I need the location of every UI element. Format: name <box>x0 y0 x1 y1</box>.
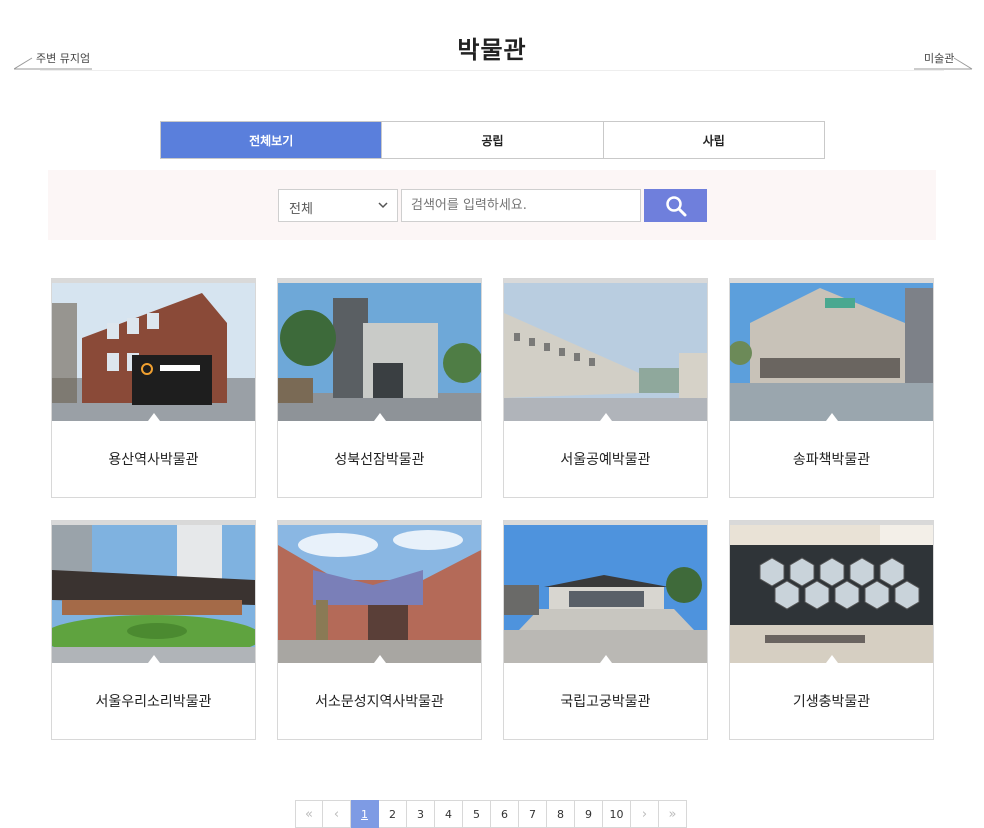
category-select[interactable]: 전체 <box>278 189 398 222</box>
museum-card[interactable]: 서소문성지역사박물관 <box>277 520 482 740</box>
museum-name: 서울공예박물관 <box>560 452 651 468</box>
museum-photo <box>278 521 481 663</box>
museum-photo <box>504 279 707 421</box>
art-museum-label: 미술관 <box>924 52 955 65</box>
museum-card[interactable]: 용산역사박물관 <box>51 278 256 498</box>
page-1-button[interactable]: 1 <box>351 800 379 828</box>
page-8-button[interactable]: 8 <box>547 800 575 828</box>
prev-page-button[interactable]: ‹ <box>323 800 351 828</box>
museum-card[interactable]: 국립고궁박물관 <box>503 520 708 740</box>
tab-all[interactable]: 전체보기 <box>161 122 382 158</box>
page-10-button[interactable]: 10 <box>603 800 631 828</box>
first-page-button[interactable]: « <box>295 800 323 828</box>
page-9-button[interactable]: 9 <box>575 800 603 828</box>
page-3-button[interactable]: 3 <box>407 800 435 828</box>
header-divider <box>40 70 944 71</box>
next-page-button[interactable]: › <box>631 800 659 828</box>
page-2-button[interactable]: 2 <box>379 800 407 828</box>
search-area: 전체 <box>48 170 936 240</box>
museum-photo <box>504 521 707 663</box>
page-header: 주변 뮤지엄 박물관 미술관 <box>0 0 984 80</box>
museum-card[interactable]: 기생충박물관 <box>729 520 934 740</box>
museum-photo <box>730 279 933 421</box>
category-tabs: 전체보기 공립 사립 <box>160 121 825 159</box>
tab-public[interactable]: 공립 <box>381 122 603 158</box>
tab-private[interactable]: 사립 <box>602 122 824 158</box>
page-6-button[interactable]: 6 <box>491 800 519 828</box>
page-7-button[interactable]: 7 <box>519 800 547 828</box>
card-notch <box>600 655 612 663</box>
card-notch <box>826 655 838 663</box>
art-museum-link[interactable]: 미술관 <box>914 48 974 72</box>
search-input[interactable] <box>401 189 641 222</box>
museum-card[interactable]: 서울공예박물관 <box>503 278 708 498</box>
card-notch <box>600 413 612 421</box>
category-select-value: 전체 <box>289 202 313 217</box>
museum-photo <box>52 279 255 421</box>
museum-photo <box>52 521 255 663</box>
card-notch <box>826 413 838 421</box>
museum-name: 성북선잠박물관 <box>334 452 425 468</box>
museum-card[interactable]: 성북선잠박물관 <box>277 278 482 498</box>
card-notch <box>374 413 386 421</box>
card-notch <box>374 655 386 663</box>
museum-name: 용산역사박물관 <box>108 452 199 468</box>
chevron-down-icon <box>378 202 388 209</box>
card-notch <box>148 413 160 421</box>
pagination: « ‹ 1 2 3 4 5 6 7 8 9 10 › » <box>295 800 687 828</box>
museum-card[interactable]: 송파책박물관 <box>729 278 934 498</box>
museum-photo <box>278 279 481 421</box>
museum-photo <box>730 521 933 663</box>
search-button[interactable] <box>644 189 707 222</box>
last-page-button[interactable]: » <box>659 800 687 828</box>
museum-name: 기생충박물관 <box>792 694 871 710</box>
museum-name: 서울우리소리박물관 <box>95 694 212 710</box>
page-4-button[interactable]: 4 <box>435 800 463 828</box>
museum-card[interactable]: 서울우리소리박물관 <box>51 520 256 740</box>
museum-name: 국립고궁박물관 <box>560 694 651 710</box>
card-notch <box>148 655 160 663</box>
museum-name: 송파책박물관 <box>792 452 871 468</box>
search-icon <box>665 195 686 216</box>
museum-name: 서소문성지역사박물관 <box>315 694 444 710</box>
page-title: 박물관 <box>457 36 527 64</box>
page-5-button[interactable]: 5 <box>463 800 491 828</box>
